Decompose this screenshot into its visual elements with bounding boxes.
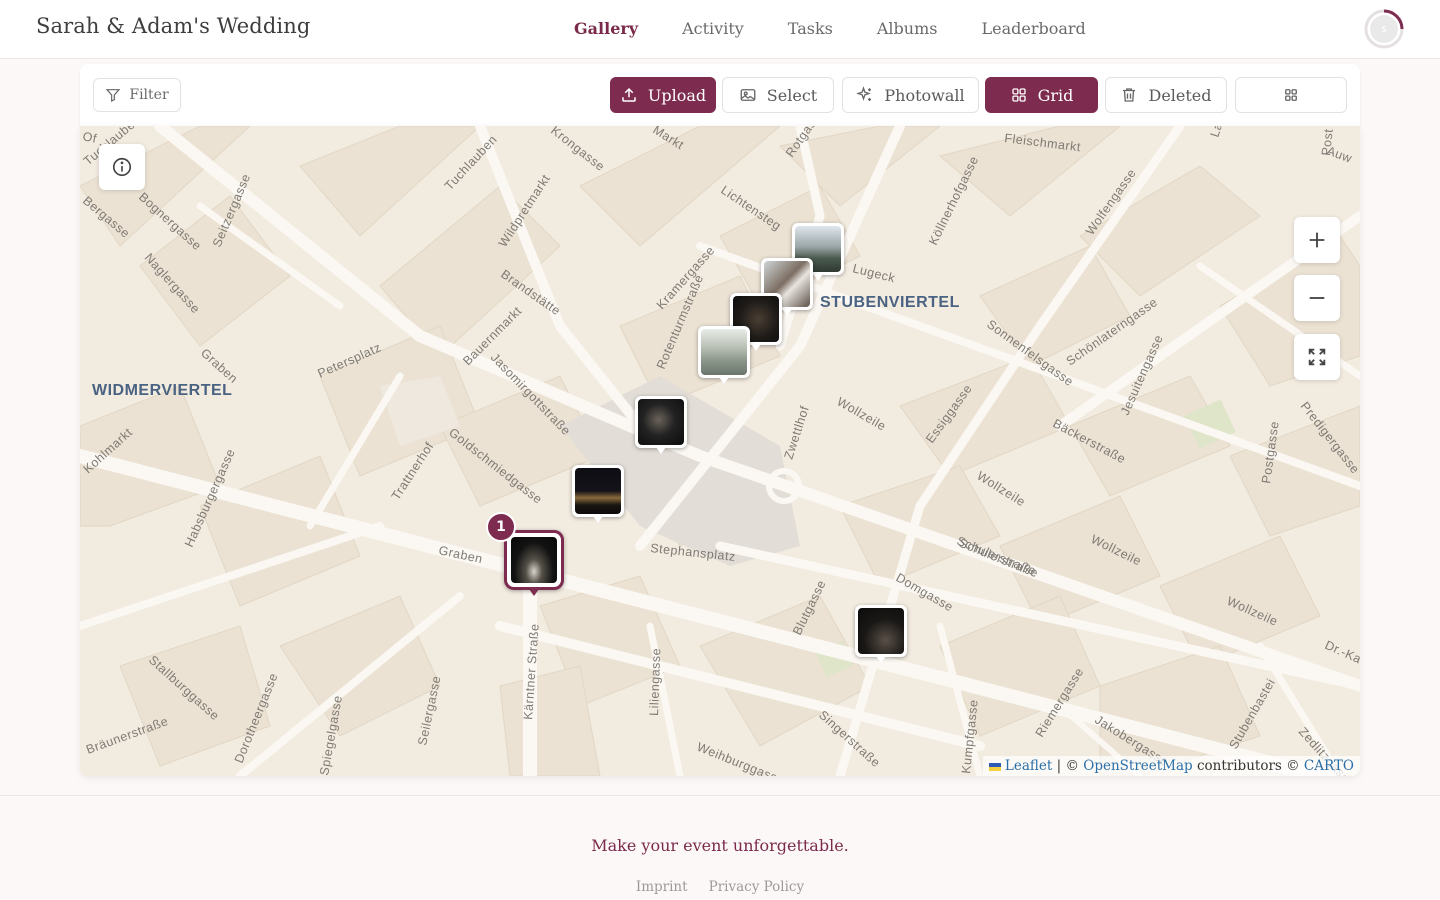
filter-button[interactable]: Filter (93, 78, 181, 112)
fullscreen-button[interactable] (1294, 334, 1340, 380)
upload-label: Upload (647, 85, 707, 105)
map-info-button[interactable] (99, 144, 145, 190)
avatar: s (1370, 15, 1398, 43)
photowall-button[interactable]: Photowall (842, 77, 979, 113)
grid-button[interactable]: Grid (985, 77, 1098, 113)
photo-marker[interactable] (855, 605, 907, 663)
photowall-label: Photowall (884, 85, 965, 105)
trash-icon (1123, 88, 1136, 102)
imprint-link[interactable]: Imprint (636, 879, 688, 895)
grid-icon (1011, 88, 1026, 102)
layout-toggle-button[interactable] (1235, 77, 1347, 113)
filter-label: Filter (129, 87, 169, 103)
gallery-toolbar: Filter Upload Select Photowall Grid Dele… (80, 64, 1360, 126)
nav-albums[interactable]: Albums (877, 18, 938, 40)
image-icon (740, 89, 756, 101)
info-icon (112, 157, 132, 177)
street-label: Post (1319, 128, 1336, 156)
nav-leaderboard[interactable]: Leaderboard (981, 18, 1085, 40)
upload-icon (622, 87, 636, 102)
grid-small-icon (1285, 89, 1297, 101)
expand-icon (1308, 348, 1326, 366)
user-avatar-button[interactable]: s (1364, 9, 1404, 49)
nav-gallery[interactable]: Gallery (574, 18, 638, 40)
street-label: Liliengasse (647, 648, 663, 716)
deleted-label: Deleted (1148, 85, 1212, 105)
ukraine-flag-icon (988, 762, 1001, 771)
footer-tagline: Make your event unforgettable. (591, 836, 849, 855)
street-label: Of (81, 129, 98, 146)
openstreetmap-link[interactable]: OpenStreetMap (1083, 758, 1192, 774)
photo-map[interactable]: WIDMERVIERTEL STUBENVIERTEL Tuchlauben W… (80, 126, 1360, 776)
map-attribution: Leaflet | © OpenStreetMap contributors ©… (982, 756, 1360, 776)
privacy-policy-link[interactable]: Privacy Policy (709, 879, 805, 895)
filter-icon (106, 89, 121, 102)
map-tiles[interactable]: WIDMERVIERTEL STUBENVIERTEL Tuchlauben W… (80, 126, 1360, 776)
app-header: Sarah & Adam's Wedding Gallery Activity … (0, 0, 1440, 59)
main-nav: Gallery Activity Tasks Albums Leaderboar… (574, 18, 1130, 40)
nav-activity[interactable]: Activity (682, 18, 744, 40)
photo-marker[interactable] (635, 396, 687, 454)
zoom-in-button[interactable] (1294, 217, 1340, 263)
selected-photo-marker[interactable]: 1 (486, 512, 564, 596)
zoom-out-button[interactable] (1294, 275, 1340, 321)
district-label: STUBENVIERTEL (820, 294, 960, 311)
event-title[interactable]: Sarah & Adam's Wedding (36, 14, 310, 38)
cluster-count-badge: 1 (486, 512, 516, 542)
photo-marker[interactable] (698, 326, 750, 384)
plus-icon (1309, 232, 1325, 248)
photo-thumbnail (858, 608, 904, 654)
photo-thumbnail (511, 537, 557, 583)
photo-thumbnail (575, 468, 621, 514)
carto-link[interactable]: CARTO (1304, 758, 1354, 774)
minus-icon (1309, 297, 1325, 299)
upload-button[interactable]: Upload (610, 77, 716, 113)
photo-marker[interactable] (572, 465, 624, 523)
footer-links: Imprint Privacy Policy (0, 876, 1440, 895)
leaflet-link[interactable]: Leaflet (1005, 758, 1052, 774)
select-button[interactable]: Select (722, 77, 834, 113)
grid-label: Grid (1037, 85, 1074, 105)
footer-divider (0, 795, 1440, 796)
photo-thumbnail (638, 399, 684, 445)
photo-thumbnail (701, 329, 747, 375)
sparkles-icon (856, 86, 872, 101)
select-label: Select (766, 85, 818, 105)
nav-tasks[interactable]: Tasks (788, 18, 833, 40)
deleted-button[interactable]: Deleted (1105, 77, 1227, 113)
district-label: WIDMERVIERTEL (92, 382, 232, 399)
